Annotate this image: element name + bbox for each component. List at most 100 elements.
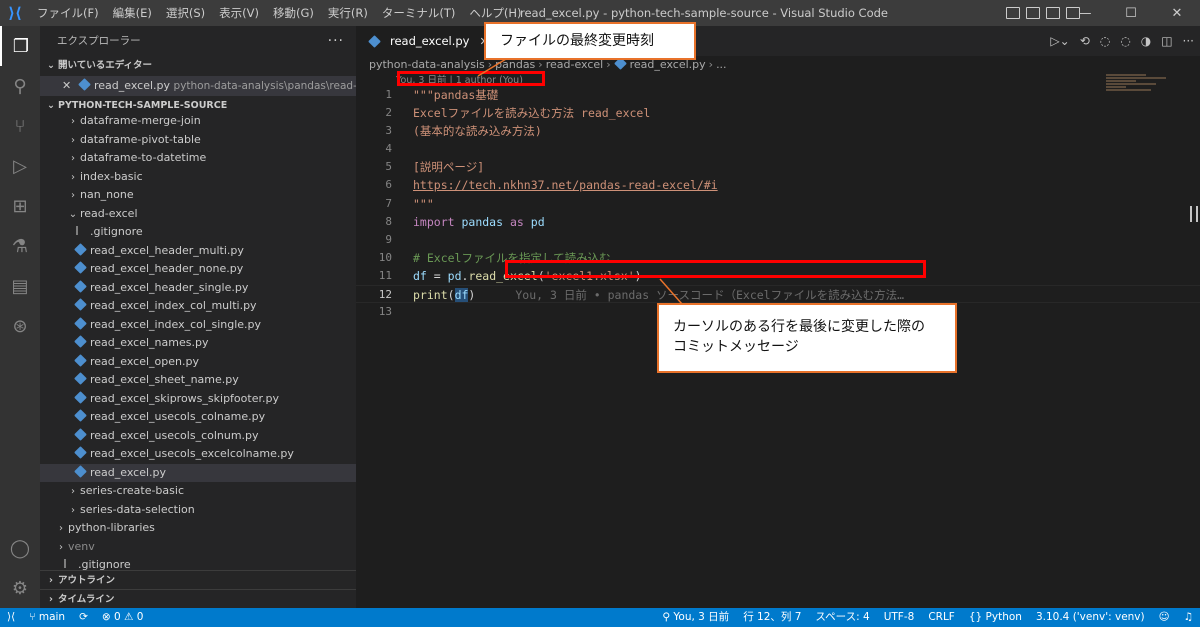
tree-folder[interactable]: › nan_none bbox=[40, 186, 356, 205]
code-identifier: pd bbox=[530, 214, 545, 229]
menu-terminal[interactable]: ターミナル(T) bbox=[375, 0, 463, 26]
notifications-bell-icon[interactable]: ♫ bbox=[1177, 608, 1200, 627]
menu-go[interactable]: 移動(G) bbox=[266, 0, 321, 26]
python-file-icon bbox=[74, 261, 87, 274]
chevron-right-icon: › bbox=[708, 58, 714, 71]
git-blame-status[interactable]: ⚲ You, 3 日前 bbox=[655, 608, 736, 627]
menu-view[interactable]: 表示(V) bbox=[212, 0, 266, 26]
tree-file[interactable]: read_excel_usecols_excelcolname.py bbox=[40, 445, 356, 464]
toggle-panel-icon[interactable] bbox=[1026, 7, 1040, 19]
chevron-right-icon: › bbox=[59, 523, 63, 534]
source-control-icon[interactable]: ⑂ bbox=[0, 106, 40, 146]
search-icon[interactable]: ⚲ bbox=[0, 66, 40, 106]
timeline-icon[interactable]: ◑ bbox=[1141, 34, 1151, 48]
menu-selection[interactable]: 選択(S) bbox=[159, 0, 212, 26]
feedback-icon[interactable]: ☺ bbox=[1152, 608, 1177, 627]
problems-indicator[interactable]: ⊗ 0 ⚠ 0 bbox=[95, 608, 151, 627]
extensions-icon[interactable]: ⊞ bbox=[0, 186, 40, 226]
testing-icon[interactable]: ⚗ bbox=[0, 226, 40, 266]
python-file-icon bbox=[74, 390, 87, 404]
tree-folder[interactable]: › dataframe-pivot-table bbox=[40, 131, 356, 150]
line-number: 8 bbox=[385, 214, 392, 228]
tree-folder-open[interactable]: ⌄ read-excel bbox=[40, 205, 356, 224]
toggle-sidebar-icon[interactable] bbox=[1006, 7, 1020, 19]
breadcrumb-item[interactable]: ... bbox=[716, 58, 727, 71]
close-window-button[interactable]: ✕ bbox=[1154, 0, 1200, 26]
tree-file[interactable]: read_excel_usecols_colname.py bbox=[40, 408, 356, 427]
code-editor[interactable]: 1 """pandas基礎 2 Excelファイルを読み込む方法 read_exce… bbox=[356, 86, 1200, 321]
sync-icon[interactable]: ⟳ bbox=[72, 608, 95, 627]
tree-file[interactable]: read_excel_skiprows_skipfooter.py bbox=[40, 390, 356, 409]
tab-read-excel[interactable]: read_excel.py ✕ bbox=[356, 26, 499, 56]
tree-file[interactable]: read_excel_header_single.py bbox=[40, 279, 356, 298]
tree-folder[interactable]: › dataframe-merge-join bbox=[40, 112, 356, 131]
tree-file[interactable]: read_excel_header_none.py bbox=[40, 260, 356, 279]
chevron-down-icon: ⌄ bbox=[68, 208, 78, 220]
chevron-right-icon: › bbox=[49, 594, 53, 605]
indentation[interactable]: スペース: 4 bbox=[808, 608, 876, 627]
line-number: 6 bbox=[385, 178, 392, 192]
line-ending[interactable]: CRLF bbox=[921, 608, 962, 627]
accounts-icon[interactable]: ◯ bbox=[0, 528, 40, 568]
tree-folder[interactable]: › index-basic bbox=[40, 168, 356, 187]
minimap[interactable] bbox=[1106, 74, 1186, 114]
code-line-current: 12 print(df) You, 3 日前 • pandas ソースコード（Exc… bbox=[356, 285, 1200, 304]
tree-file[interactable]: read_excel_usecols_colnum.py bbox=[40, 427, 356, 446]
python-file-icon bbox=[74, 446, 87, 459]
outline-section[interactable]: › アウトライン bbox=[40, 570, 356, 589]
gitignore-file-icon bbox=[76, 226, 85, 235]
tree-file-selected[interactable]: read_excel.py bbox=[40, 463, 356, 482]
minimize-button[interactable]: — bbox=[1062, 0, 1108, 26]
tab-label: read_excel.py bbox=[390, 34, 470, 48]
tree-file[interactable]: read_excel_index_col_multi.py bbox=[40, 297, 356, 316]
code-text: Excelファイルを読み込む方法 read_excel bbox=[413, 106, 651, 121]
more-actions-button[interactable]: ··· bbox=[328, 26, 344, 56]
run-python-icon[interactable]: ▷⌄ bbox=[1050, 34, 1069, 48]
tree-file[interactable]: read_excel_index_col_single.py bbox=[40, 316, 356, 335]
explorer-icon[interactable]: ❐ bbox=[0, 26, 40, 66]
tree-folder[interactable]: › dataframe-to-datetime bbox=[40, 149, 356, 168]
tree-folder[interactable]: › series-create-basic bbox=[40, 482, 356, 501]
previous-change-icon[interactable]: ◌ bbox=[1100, 34, 1110, 48]
git-graph-icon[interactable]: ⊛ bbox=[0, 306, 40, 346]
menu-edit[interactable]: 編集(E) bbox=[106, 0, 159, 26]
maximize-button[interactable]: ☐ bbox=[1108, 0, 1154, 26]
next-change-icon[interactable]: ◌ bbox=[1120, 34, 1130, 48]
more-actions-icon[interactable]: ··· bbox=[1183, 34, 1194, 48]
python-file-icon bbox=[74, 279, 87, 293]
close-icon[interactable]: ✕ bbox=[62, 76, 78, 96]
split-editor-icon[interactable]: ◫ bbox=[1161, 34, 1172, 48]
open-editors-section[interactable]: ⌄ 開いているエディター bbox=[40, 56, 356, 76]
cursor-position[interactable]: 行 12、列 7 bbox=[736, 608, 808, 627]
tree-file[interactable]: read_excel_header_multi.py bbox=[40, 242, 356, 261]
menu-run[interactable]: 実行(R) bbox=[321, 0, 375, 26]
file-tree: › dataframe-merge-join › dataframe-pivot-t… bbox=[40, 112, 356, 575]
tree-folder[interactable]: › python-libraries bbox=[40, 519, 356, 538]
manage-gear-icon[interactable]: ⚙ bbox=[0, 568, 40, 608]
branch-indicator[interactable]: ⑂ main bbox=[22, 608, 72, 627]
toggle-secondary-sidebar-icon[interactable] bbox=[1046, 7, 1060, 19]
python-interpreter[interactable]: 3.10.4 ('venv': venv) bbox=[1029, 608, 1152, 627]
inline-blame: You, 3 日前 • pandas ソースコード（Excelファイルを読み込む… bbox=[515, 288, 905, 303]
line-number: 7 bbox=[385, 196, 392, 210]
remote-explorer-icon[interactable]: ▤ bbox=[0, 266, 40, 306]
language-mode[interactable]: {} Python bbox=[962, 608, 1029, 627]
remote-indicator-icon[interactable]: ⟩⟨ bbox=[0, 608, 22, 627]
run-debug-icon[interactable]: ▷ bbox=[0, 146, 40, 186]
explorer-sidebar: エクスプローラー ··· ⌄ 開いているエディター ✕ read_excel.py … bbox=[40, 26, 356, 608]
tree-file[interactable]: read_excel_open.py bbox=[40, 353, 356, 372]
tree-file[interactable]: .gitignore bbox=[40, 223, 356, 242]
scrollbar-marker[interactable] bbox=[1190, 206, 1198, 222]
open-changes-icon[interactable]: ⟲ bbox=[1080, 34, 1090, 48]
encoding[interactable]: UTF-8 bbox=[877, 608, 922, 627]
tree-folder[interactable]: › series-data-selection bbox=[40, 501, 356, 520]
open-editor-item[interactable]: ✕ read_excel.py python-data-analysis\pand… bbox=[40, 76, 356, 96]
tree-folder[interactable]: › venv bbox=[40, 538, 356, 557]
breadcrumb-item[interactable]: python-data-analysis bbox=[369, 58, 485, 71]
timeline-section[interactable]: › タイムライン bbox=[40, 589, 356, 608]
code-link[interactable]: https://tech.nkhn37.net/pandas-read-exce… bbox=[413, 176, 718, 194]
tree-file[interactable]: read_excel_sheet_name.py bbox=[40, 371, 356, 390]
menu-file[interactable]: ファイル(F) bbox=[30, 0, 106, 26]
python-file-icon bbox=[74, 316, 87, 330]
tree-file[interactable]: read_excel_names.py bbox=[40, 334, 356, 353]
